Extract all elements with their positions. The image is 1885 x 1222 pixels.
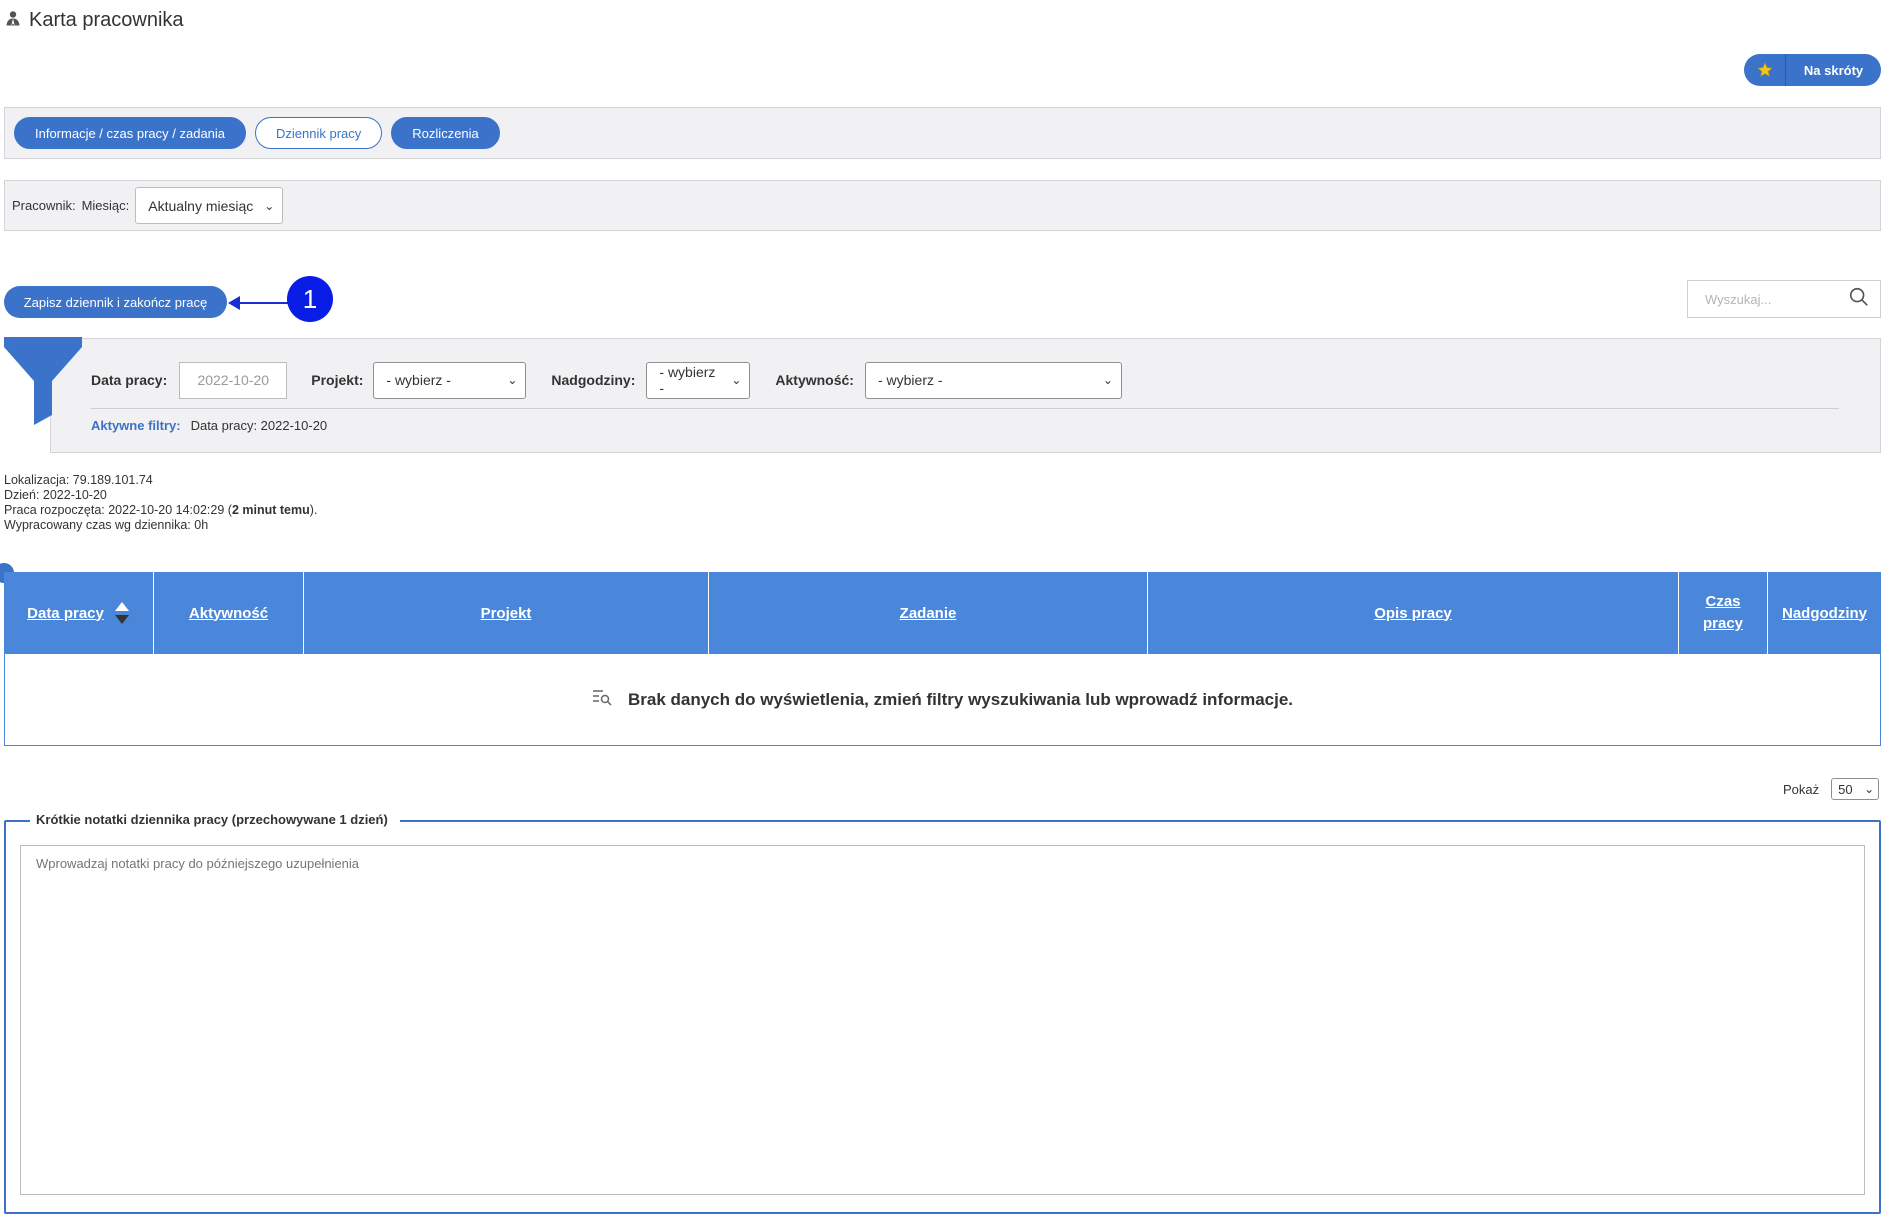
filter-date-label: Data pracy: xyxy=(91,372,168,388)
notes-textarea[interactable] xyxy=(20,845,1865,1195)
empty-message: Brak danych do wyświetlenia, zmień filtr… xyxy=(627,689,1294,709)
chevron-down-icon: ⌄ xyxy=(507,373,518,387)
tab-bar: Informacje / czas pracy / zadania Dzienn… xyxy=(4,107,1881,159)
filter-overtime-label: Nadgodziny: xyxy=(551,372,636,388)
chevron-down-icon: ⌄ xyxy=(264,198,275,213)
month-bar: Pracownik: Miesiąc: Aktualny miesiąc ⌄ xyxy=(4,180,1881,231)
page-size-select[interactable]: 50 ⌄ xyxy=(1831,778,1880,800)
month-select[interactable]: Aktualny miesiąc ⌄ xyxy=(135,187,284,224)
chevron-down-icon: ⌄ xyxy=(1102,373,1113,387)
filter-activity-select[interactable]: - wybierz - ⌄ xyxy=(864,361,1122,399)
col-header-work-time[interactable]: Czas pracy xyxy=(1679,572,1768,654)
started-prefix: Praca rozpoczęta: 2022-10-20 14:02:29 ( xyxy=(4,503,232,517)
work-info: Lokalizacja: 79.189.101.74 Dzień: 2022-1… xyxy=(4,473,317,533)
filter-overtime-select[interactable]: - wybierz - ⌄ xyxy=(646,361,751,399)
save-and-finish-button[interactable]: Zapisz dziennik i zakończ pracę xyxy=(4,286,227,318)
annotation-badge: 1 xyxy=(287,276,333,322)
shortcuts-label: Na skróty xyxy=(1803,62,1864,78)
filter-project-select[interactable]: - wybierz - ⌄ xyxy=(373,361,527,399)
shortcuts-button[interactable]: Na skróty xyxy=(1744,54,1881,86)
table-header: Data pracy Aktywność Projekt Zadanie Opi… xyxy=(4,572,1881,654)
active-filters-label: Aktywne filtry: xyxy=(91,418,181,433)
page-size-label: Pokaż xyxy=(1783,781,1820,797)
page-size-value: 50 xyxy=(1838,781,1853,797)
tab-work-log[interactable]: Dziennik pracy xyxy=(255,117,383,149)
funnel-icon xyxy=(4,337,82,425)
search-box[interactable] xyxy=(1687,280,1881,318)
sort-icon xyxy=(114,602,129,624)
table-body: Brak danych do wyświetlenia, zmień filtr… xyxy=(4,654,1881,746)
filter-divider xyxy=(91,408,1839,409)
day-text: Dzień: 2022-10-20 xyxy=(4,488,107,502)
col-header-overtime[interactable]: Nadgodziny xyxy=(1768,572,1881,654)
col-header-work-date[interactable]: Data pracy xyxy=(4,572,154,654)
page-header: Karta pracownika xyxy=(5,7,184,33)
tab-info[interactable]: Informacje / czas pracy / zadania xyxy=(14,117,247,149)
filter-row: Data pracy: 2022-10-20 Projekt: - wybier… xyxy=(91,361,1122,399)
location-text: Lokalizacja: 79.189.101.74 xyxy=(4,473,153,487)
started-relative: 2 minut temu xyxy=(231,503,310,517)
month-label: Miesiąc: xyxy=(81,198,130,213)
active-filters-value: Data pracy: 2022-10-20 xyxy=(190,418,328,433)
filter-date-input[interactable]: 2022-10-20 xyxy=(179,361,288,399)
col-header-description[interactable]: Opis pracy xyxy=(1148,572,1679,654)
col-header-task[interactable]: Zadanie xyxy=(709,572,1148,654)
col-header-activity[interactable]: Aktywność xyxy=(154,572,304,654)
star-icon xyxy=(1744,54,1786,86)
filter-project-label: Projekt: xyxy=(311,372,364,388)
search-input[interactable] xyxy=(1703,290,1843,308)
filter-activity-value: - wybierz - xyxy=(877,372,943,388)
started-suffix: ). xyxy=(309,503,318,517)
tab-settlements[interactable]: Rozliczenia xyxy=(391,117,500,149)
chevron-down-icon: ⌄ xyxy=(731,373,742,387)
employee-label: Pracownik: xyxy=(12,198,76,213)
month-select-value: Aktualny miesiąc xyxy=(148,197,254,214)
col-header-project[interactable]: Projekt xyxy=(304,572,709,654)
filter-activity-label: Aktywność: xyxy=(775,372,854,388)
notes-legend: Krótkie notatki dziennika pracy (przecho… xyxy=(30,812,400,827)
search-list-icon xyxy=(592,688,612,711)
chevron-down-icon: ⌄ xyxy=(1864,782,1875,796)
active-filters: Aktywne filtry: Data pracy: 2022-10-20 xyxy=(91,418,327,433)
annotation-arrow xyxy=(236,302,290,304)
filter-project-value: - wybierz - xyxy=(386,372,451,388)
user-icon xyxy=(5,10,21,31)
worked-time-text: Wypracowany czas wg dziennika: 0h xyxy=(4,518,209,532)
page-size: Pokaż 50 ⌄ xyxy=(1783,778,1880,800)
col-header-label: Data pracy xyxy=(27,604,104,622)
page-title: Karta pracownika xyxy=(29,8,184,31)
filter-overtime-value: - wybierz - xyxy=(659,364,716,396)
search-icon[interactable] xyxy=(1848,286,1870,313)
started-text: Praca rozpoczęta: 2022-10-20 14:02:29 (2… xyxy=(4,503,317,518)
